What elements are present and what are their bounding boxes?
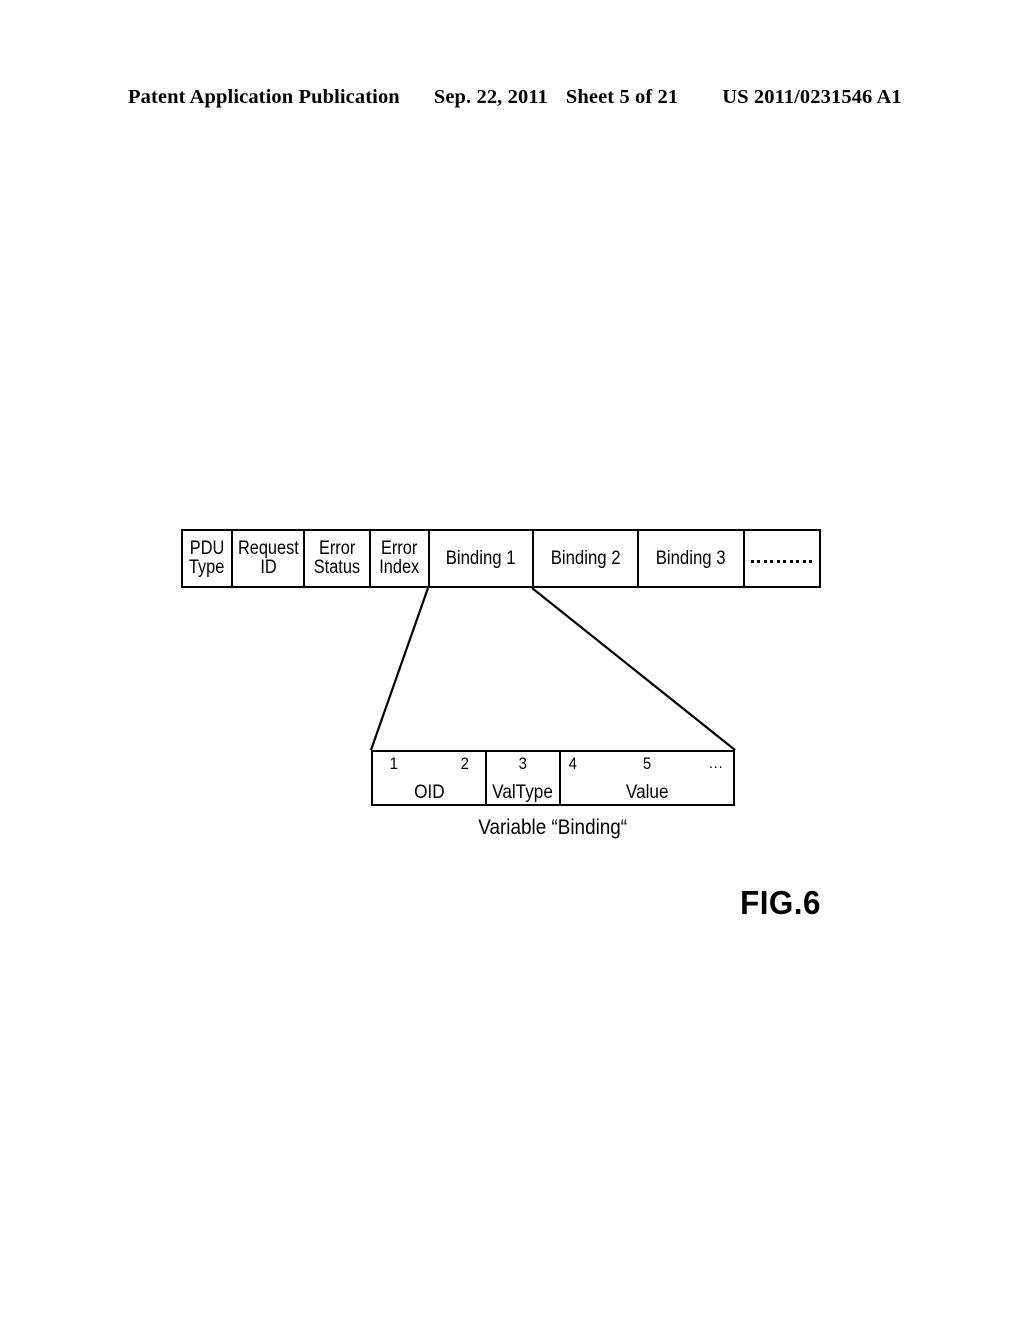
pdu-field-error-index: Error Index [371,531,430,586]
figure-6: PDU Type Request ID Error Status Error I… [0,0,1024,1320]
binding-field-valtype-label: ValType [492,780,554,803]
variable-binding-row: 1 2 OID 3 ValType 4 5 ... Value [371,750,735,806]
binding-field-valtype-numbers: 3 [487,753,559,775]
binding-field-valtype-num-mid: 3 [518,754,528,773]
pdu-field-error-status-line2: Status [313,557,361,578]
pdu-field-error-status: Error Status [305,531,371,586]
binding-field-value: 4 5 ... Value [561,752,733,804]
binding-field-oid-numbers: 1 2 [373,753,485,775]
pdu-field-request-id: Request ID [233,531,305,586]
pdu-field-binding-1: Binding 1 [430,531,534,586]
binding-field-oid: 1 2 OID [373,752,487,804]
binding-field-valtype-label-wrap: ValType [487,780,559,803]
binding-field-value-num-left: 4 [568,754,577,773]
ellipsis-dots-icon [750,560,813,563]
pdu-field-error-index-line2: Index [379,557,420,578]
pdu-field-pdu-type: PDU Type [183,531,233,586]
pdu-field-binding-2-label: Binding 2 [550,546,621,569]
variable-binding-caption-wrap: Variable “Binding“ [371,816,735,839]
binding-field-valtype: 3 ValType [487,752,561,804]
binding-field-oid-label: OID [413,780,445,803]
pdu-field-binding-2: Binding 2 [534,531,639,586]
pdu-field-error-status-line1: Error [318,537,356,559]
binding-field-oid-num-right: 2 [460,754,469,773]
variable-binding-caption: Variable “Binding“ [478,816,628,839]
pdu-field-request-id-line2: ID [259,557,277,578]
binding-field-value-numbers: 4 5 ... [561,753,733,775]
binding-field-value-label-wrap: Value [561,780,733,803]
figure-label: FIG.6 [740,884,821,921]
binding-field-oid-label-wrap: OID [373,780,485,803]
pdu-message-row: PDU Type Request ID Error Status Error I… [181,529,821,588]
pdu-field-binding-3: Binding 3 [639,531,745,586]
binding-field-oid-num-left: 1 [389,754,398,773]
figure-label-wrap: FIG.6 [738,884,823,922]
pdu-field-request-id-line1: Request [237,537,299,559]
pdu-field-error-index-line1: Error [381,537,418,559]
pdu-field-binding-3-label: Binding 3 [656,546,726,569]
binding-field-value-num-right: ... [708,755,724,772]
pdu-field-binding-1-label: Binding 1 [446,546,516,569]
pdu-field-pdu-type-line1: PDU [189,537,225,559]
binding-field-value-num-mid: 5 [642,754,652,773]
pdu-field-pdu-type-line2: Type [189,557,225,578]
connector-lines [369,587,736,751]
binding-field-value-label: Value [625,780,669,803]
pdu-field-continuation [745,531,818,586]
